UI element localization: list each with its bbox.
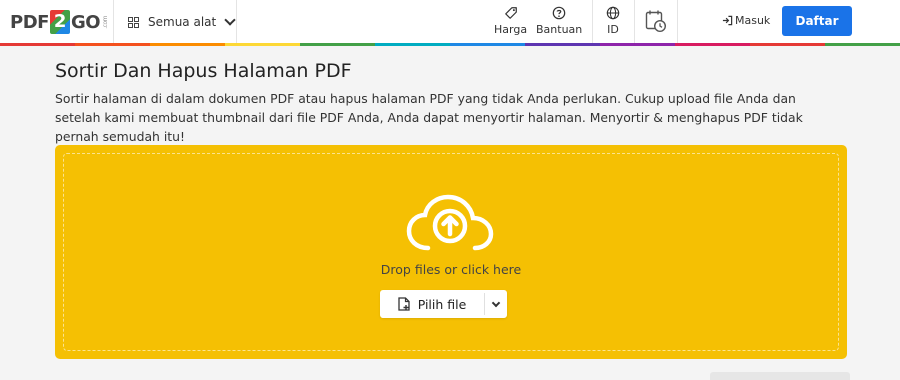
header-divider bbox=[236, 0, 237, 43]
logo-text-pdf: PDF bbox=[10, 11, 49, 33]
header-divider bbox=[677, 0, 678, 43]
cloud-upload-icon bbox=[406, 194, 494, 251]
file-add-icon bbox=[398, 297, 410, 311]
nav-help-label: Bantuan bbox=[536, 23, 583, 36]
nav-pricing-label: Harga bbox=[494, 23, 528, 36]
page-title: Sortir Dan Hapus Halaman PDF bbox=[55, 60, 352, 82]
header-divider bbox=[592, 0, 593, 43]
color-bar-segment bbox=[0, 43, 75, 46]
color-bar-segment bbox=[825, 43, 900, 46]
grid-icon bbox=[128, 16, 139, 28]
color-bar-segment bbox=[150, 43, 225, 46]
chevron-down-icon bbox=[224, 14, 236, 26]
choose-file-label: Pilih file bbox=[417, 296, 467, 312]
login-link[interactable]: Masuk bbox=[722, 14, 770, 27]
logo-digit: 2 bbox=[49, 10, 70, 34]
nav-language-label: ID bbox=[607, 23, 619, 36]
top-header: PDF 2 GO .com Semua alat Harga Bantuan I… bbox=[0, 0, 900, 43]
color-bar-segment bbox=[750, 43, 825, 46]
drop-files-text: Drop files or click here bbox=[380, 262, 522, 277]
calendar-clock-icon[interactable] bbox=[645, 9, 667, 33]
page-description: Sortir halaman di dalam dokumen PDF atau… bbox=[55, 91, 803, 144]
color-bar-segment bbox=[75, 43, 150, 46]
help-icon bbox=[552, 6, 566, 20]
upload-dropzone[interactable]: Drop files or click here Pilih file bbox=[55, 145, 847, 359]
color-bar-segment bbox=[675, 43, 750, 46]
header-divider bbox=[113, 0, 114, 43]
header-divider bbox=[634, 0, 635, 43]
choose-file-button[interactable]: Pilih file bbox=[380, 290, 484, 318]
chevron-down-icon bbox=[491, 298, 501, 307]
color-bar-segment bbox=[600, 43, 675, 46]
login-label: Masuk bbox=[735, 14, 771, 27]
all-tools-dropdown[interactable]: Semua alat bbox=[128, 12, 236, 32]
pdf2go-logo[interactable]: PDF 2 GO .com bbox=[10, 9, 109, 35]
tag-icon bbox=[504, 7, 517, 19]
choose-file-split-button: Pilih file bbox=[380, 290, 507, 318]
color-bar-segment bbox=[375, 43, 450, 46]
logo-text-go: GO bbox=[70, 11, 101, 33]
color-bar-segment bbox=[450, 43, 525, 46]
login-icon bbox=[722, 15, 733, 26]
nav-pricing[interactable]: Harga bbox=[494, 6, 527, 36]
globe-icon bbox=[606, 6, 620, 20]
color-bar-segment bbox=[525, 43, 600, 46]
logo-tld: .com bbox=[102, 15, 110, 29]
color-bar-segment bbox=[300, 43, 375, 46]
color-bar-segment bbox=[225, 43, 300, 46]
nav-help[interactable]: Bantuan bbox=[536, 6, 582, 36]
signup-button[interactable]: Daftar bbox=[782, 6, 852, 36]
rainbow-divider bbox=[0, 43, 900, 46]
bottom-panel-edge bbox=[710, 372, 850, 380]
all-tools-label: Semua alat bbox=[148, 15, 217, 29]
nav-language[interactable]: ID bbox=[606, 6, 620, 36]
upload-source-dropdown[interactable] bbox=[485, 290, 507, 318]
